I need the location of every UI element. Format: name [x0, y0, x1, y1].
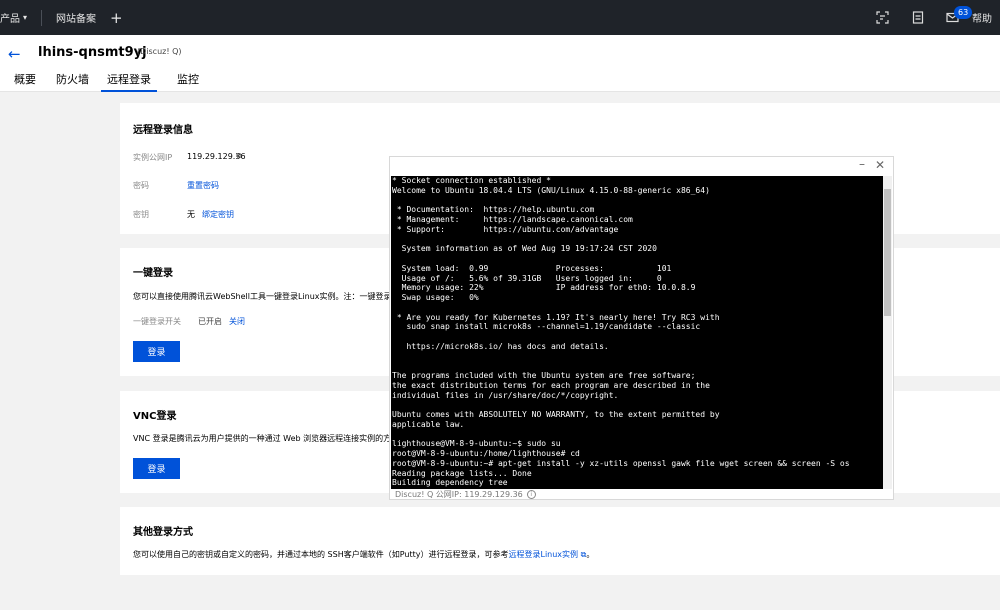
terminal-footer: Discuz! Q 公网IP: 119.29.129.36 i [395, 489, 536, 500]
copy-icon[interactable]: ⧉ [236, 151, 242, 161]
close-icon[interactable]: ✕ [875, 158, 885, 172]
remote-login-linux-link[interactable]: 远程登录Linux实例 [508, 550, 578, 559]
other-login-card: 其他登录方式 您可以使用自己的密钥或自定义的密码，并通过本地的 SSH客户端软件… [120, 507, 1000, 575]
scrollbar-thumb[interactable] [884, 189, 891, 316]
terminal-line: Ubuntu comes with ABSOLUTELY NO WARRANTY… [392, 410, 720, 419]
bind-key-link[interactable]: 绑定密钥 [202, 209, 234, 220]
terminal-line: System information as of Wed Aug 19 19:1… [392, 244, 657, 254]
one-click-description: 您可以直接使用腾讯云WebShell工具一键登录Linux实例。注：一键登录 [133, 292, 392, 301]
chevron-down-icon: ▾ [23, 13, 28, 22]
instance-image-tag: (Discuz! Q) [137, 47, 182, 56]
tab-overview[interactable]: 概要 [14, 71, 36, 92]
key-value: 无 [187, 210, 195, 219]
minimize-icon[interactable]: – [859, 157, 865, 171]
website-record-link[interactable]: 网站备案 [56, 10, 96, 25]
terminal-line: Swap usage: 0% [392, 293, 479, 302]
ip-label: 实例公网IP [133, 153, 173, 162]
terminal-line: System load: 0.99 Processes: 101 [392, 263, 672, 273]
webshell-window[interactable]: – ✕ * Socket connection established * Wel… [389, 156, 894, 500]
terminal-line: The programs included with the Ubuntu sy… [392, 371, 696, 380]
password-label: 密码 [133, 181, 149, 190]
card-title: 一键登录 [133, 268, 173, 279]
card-title: 远程登录信息 [133, 125, 193, 136]
tab-bar: 概要 防火墙 远程登录 监控 [0, 71, 205, 92]
card-title: 其他登录方式 [133, 527, 193, 538]
key-label: 密钥 [133, 210, 149, 219]
terminal-line: root@VM-8-9-ubuntu:/home/lighthouse# cd [392, 449, 580, 458]
terminal-line: https://microk8s.io/ has docs and detail… [392, 341, 609, 351]
terminal-line: * Socket connection established * [392, 176, 551, 185]
tab-firewall[interactable]: 防火墙 [56, 71, 89, 92]
terminal-line: Welcome to Ubuntu 18.04.4 LTS (GNU/Linux… [392, 185, 710, 195]
notification-badge: 63 [954, 6, 973, 19]
vnc-login-button[interactable]: 登录 [133, 458, 180, 479]
nav-divider [41, 9, 43, 26]
one-click-login-button[interactable]: 登录 [133, 341, 180, 362]
products-label: 产品 [0, 14, 20, 25]
reset-password-link[interactable]: 重置密码 [187, 180, 219, 191]
one-click-close-link[interactable]: 关闭 [229, 316, 245, 327]
one-click-switch-status: 已开启 [198, 317, 222, 326]
instance-header: ← lhins-qnsmt9yj (Discuz! Q) 概要 防火墙 远程登录… [0, 35, 1000, 92]
qr-scan-icon[interactable] [865, 0, 900, 35]
products-menu[interactable]: 产品 ▾ [0, 10, 27, 25]
terminal-line: root@VM-8-9-ubuntu:~# apt-get install -y… [392, 458, 850, 468]
terminal-line: lighthouse@VM-8-9-ubuntu:~$ sudo su [392, 439, 561, 449]
terminal-output[interactable]: * Socket connection established * Welcome… [391, 176, 883, 489]
terminal-line: * Management: https://landscape.canonica… [392, 215, 633, 224]
tab-monitor[interactable]: 监控 [177, 71, 199, 92]
terminal-scrollbar[interactable] [883, 176, 892, 489]
other-desc-suffix: 。 [586, 550, 595, 559]
mail-icon[interactable]: 63 [935, 0, 973, 35]
terminal-line: Memory usage: 22% IP address for eth0: 1… [392, 283, 696, 293]
terminal-line: * Documentation: https://help.ubuntu.com [392, 205, 595, 215]
tab-remote-login[interactable]: 远程登录 [101, 71, 157, 92]
other-description: 您可以使用自己的密钥或自定义的密码，并通过本地的 SSH客户端软件（如Putty… [133, 549, 594, 560]
terminal-line: Usage of /: 5.6% of 39.31GB Users logged… [392, 273, 662, 283]
back-arrow-icon[interactable]: ← [8, 45, 21, 63]
top-navbar: 产品 ▾ 网站备案 + 63 帮助 [0, 0, 1000, 35]
terminal-line: the exact distribution terms for each pr… [392, 380, 710, 390]
terminal-line: * Support: https://ubuntu.com/advantage [392, 224, 619, 234]
terminal-line: * Are you ready for Kubernetes 1.19? It'… [392, 312, 720, 322]
terminal-line: Reading package lists... Done [392, 468, 532, 478]
terminal-line: Building dependency tree [392, 478, 508, 488]
window-titlebar[interactable]: – ✕ [390, 157, 893, 175]
terminal-footer-text: Discuz! Q 公网IP: 119.29.129.36 [395, 490, 523, 499]
info-icon[interactable]: i [526, 490, 536, 499]
terminal-line: sudo snap install microk8s --channel=1.1… [392, 322, 701, 332]
document-icon[interactable] [900, 0, 935, 35]
one-click-switch-label: 一键登录开关 [133, 317, 181, 326]
card-title: VNC登录 [133, 411, 177, 422]
add-tab-icon[interactable]: + [110, 9, 123, 27]
terminal-line: applicable law. [392, 419, 465, 429]
help-link[interactable]: 帮助 [970, 10, 1000, 25]
instance-name: lhins-qnsmt9yj [38, 45, 147, 60]
other-desc-text: 您可以使用自己的密钥或自定义的密码，并通过本地的 SSH客户端软件（如Putty… [133, 550, 509, 559]
terminal-line: individual files in /usr/share/doc/*/cop… [392, 390, 619, 400]
vnc-description: VNC 登录是腾讯云为用户提供的一种通过 Web 浏览器远程连接实例的方 [133, 434, 392, 443]
